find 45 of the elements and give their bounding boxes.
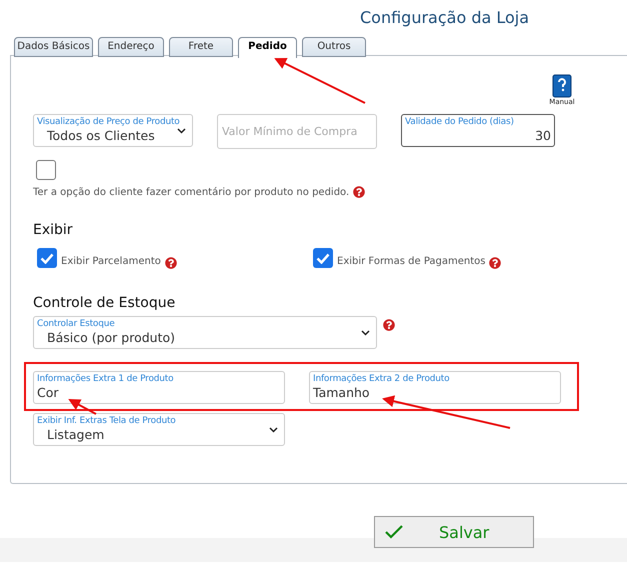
input-field[interactable]: Informações Extra 1 de Produto Cor <box>33 371 285 404</box>
field-label: Informações Extra 2 de Produto <box>313 374 450 385</box>
field-value: Básico (por produto) <box>47 330 176 345</box>
field-label: Validade do Pedido (dias) <box>405 117 514 128</box>
help-icon[interactable] <box>353 186 366 198</box>
checkbox[interactable] <box>36 160 56 180</box>
tab[interactable]: Pedido <box>238 37 297 58</box>
field-value: Listagem <box>47 427 104 442</box>
checkbox[interactable] <box>37 248 57 268</box>
tab[interactable]: Frete <box>169 37 233 57</box>
field-label: Controlar Estoque <box>37 319 115 330</box>
help-icon[interactable] <box>164 257 177 269</box>
option-text: Ter a opção do cliente fazer comentário por produto no pedido. <box>33 186 350 198</box>
tab[interactable]: Outros <box>302 37 366 57</box>
input-field[interactable]: Informações Extra 2 de Produto Tamanho <box>309 371 561 404</box>
page-title: Configuração da Loja <box>359 7 530 29</box>
checkmark-icon <box>385 525 403 539</box>
field-value: Todos os Clientes <box>47 128 155 143</box>
tab[interactable]: Endereço <box>98 37 164 57</box>
field-value: Tamanho <box>313 385 370 400</box>
field-value: 30 <box>535 128 551 143</box>
section-heading: Exibir <box>33 222 74 238</box>
select-field[interactable]: Controlar Estoque Básico (por produto) <box>33 316 377 349</box>
section-heading: Controle de Estoque <box>33 295 176 311</box>
checkbox-label: Exibir Formas de Pagamentos <box>337 256 486 267</box>
field-label: Exibir Inf. Extras Tela de Produto <box>37 416 176 427</box>
select-field[interactable]: Visualização de Preço de Produto Todos os Clientes <box>33 114 193 147</box>
chevron-icon <box>269 427 278 433</box>
save-button[interactable]: Salvar <box>374 516 534 548</box>
input-field[interactable]: Validade do Pedido (dias) 30 <box>401 114 555 147</box>
field-label: Visualização de Preço de Produto <box>37 117 180 128</box>
checkmark-icon <box>316 252 330 264</box>
checkbox[interactable] <box>313 248 333 268</box>
select-field[interactable]: Exibir Inf. Extras Tela de Produto Listagem <box>33 413 285 446</box>
checkmark-icon <box>40 252 54 264</box>
tab[interactable]: Dados Básicos <box>14 37 93 57</box>
chevron-icon <box>177 128 186 134</box>
help-icon[interactable] <box>383 319 395 331</box>
input-field[interactable]: Valor Mínimo de Compra <box>217 114 377 149</box>
help-icon[interactable] <box>489 257 502 269</box>
chevron-icon <box>361 330 370 336</box>
field-label: Informações Extra 1 de Produto <box>37 374 174 385</box>
checkbox-label: Exibir Parcelamento <box>61 256 161 267</box>
field-value: Cor <box>37 385 59 400</box>
manual-book-icon[interactable] <box>552 74 572 98</box>
